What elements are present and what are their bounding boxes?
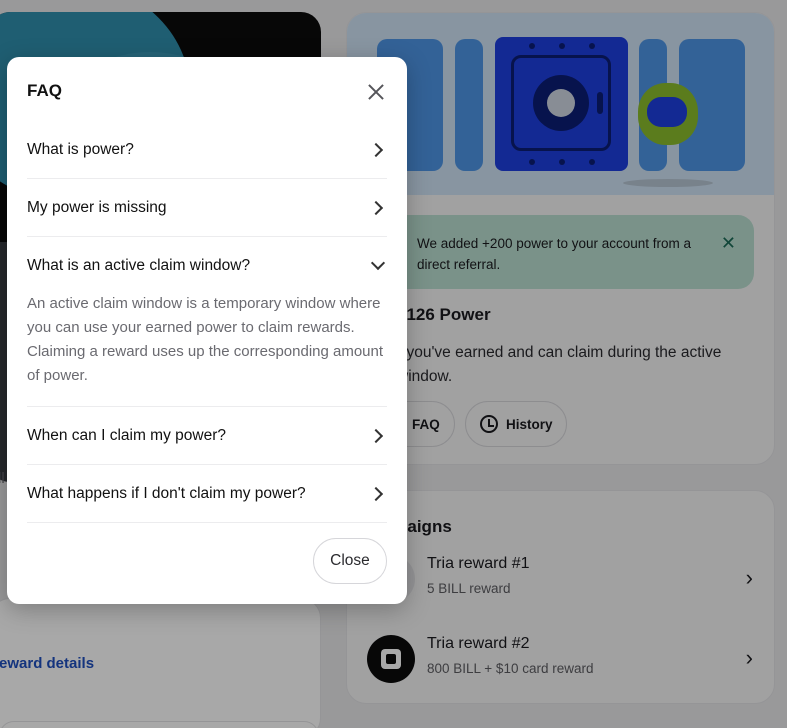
chevron-right-icon bbox=[368, 428, 384, 443]
faq-item: What is an active claim window? An activ… bbox=[27, 237, 387, 407]
close-button[interactable]: Close bbox=[313, 538, 387, 584]
faq-item: When can I claim my power? bbox=[27, 407, 387, 465]
faq-question-text: My power is missing bbox=[27, 198, 167, 216]
close-icon[interactable] bbox=[365, 81, 387, 103]
faq-question-what-is-power[interactable]: What is power? bbox=[27, 121, 387, 178]
faq-question-text: What is power? bbox=[27, 140, 134, 158]
faq-modal: FAQ What is power? My power is missing W… bbox=[7, 57, 407, 604]
chevron-right-icon bbox=[368, 486, 384, 501]
faq-question-text: What is an active claim window? bbox=[27, 256, 251, 274]
faq-item: My power is missing bbox=[27, 179, 387, 237]
faq-question-text: When can I claim my power? bbox=[27, 426, 226, 444]
faq-question-dont-claim[interactable]: What happens if I don't claim my power? bbox=[27, 465, 387, 522]
faq-question-text: What happens if I don't claim my power? bbox=[27, 484, 306, 502]
faq-question-when-claim[interactable]: When can I claim my power? bbox=[27, 407, 387, 464]
faq-item: What happens if I don't claim my power? bbox=[27, 465, 387, 523]
modal-title: FAQ bbox=[27, 81, 62, 100]
chevron-down-icon bbox=[370, 255, 386, 270]
chevron-right-icon bbox=[368, 200, 384, 215]
faq-list: What is power? My power is missing What … bbox=[27, 121, 387, 523]
faq-item: What is power? bbox=[27, 121, 387, 179]
faq-question-active-claim-window[interactable]: What is an active claim window? bbox=[27, 237, 387, 294]
faq-answer-text: An active claim window is a temporary wi… bbox=[27, 295, 384, 384]
faq-question-power-missing[interactable]: My power is missing bbox=[27, 179, 387, 236]
chevron-right-icon bbox=[368, 142, 384, 157]
